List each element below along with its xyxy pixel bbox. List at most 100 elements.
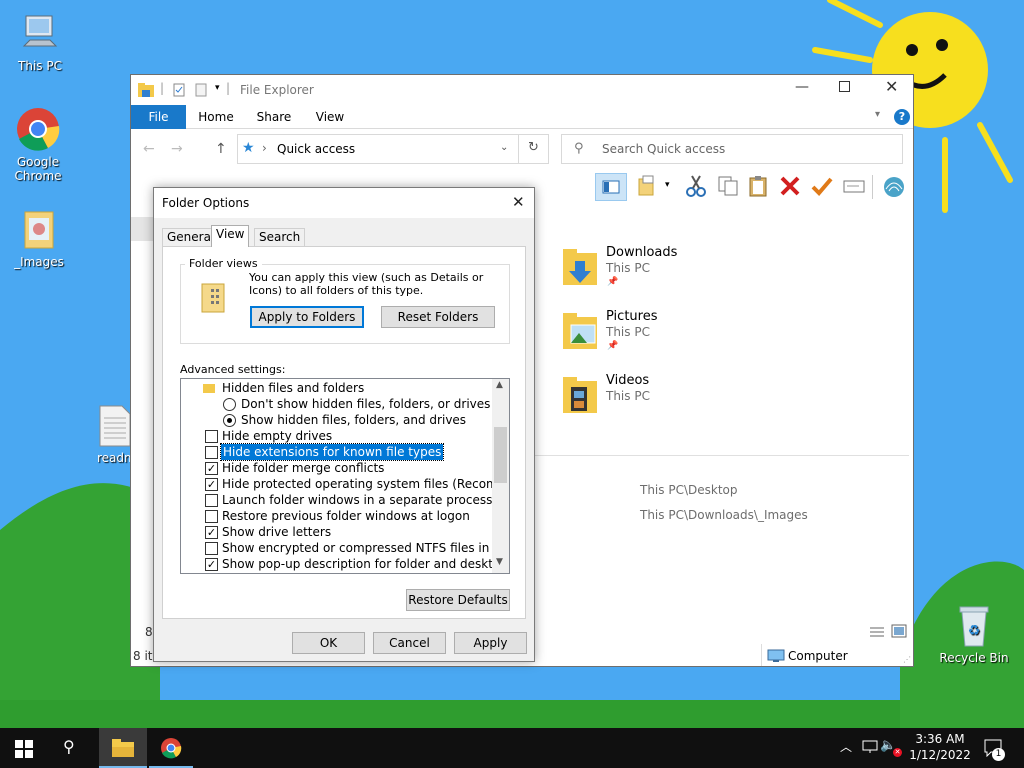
help-icon[interactable]: ?	[894, 109, 910, 125]
search-icon[interactable]: ⚲	[63, 737, 75, 756]
chrome-icon	[161, 738, 182, 759]
tab-search[interactable]: Search	[254, 228, 306, 246]
apply-button[interactable]: Apply	[454, 632, 527, 654]
checkbox[interactable]	[205, 542, 218, 555]
status-computer: Computer	[788, 649, 848, 663]
properties-icon[interactable]	[173, 83, 185, 97]
scroll-down-arrow-icon[interactable]: ▼	[496, 557, 503, 567]
chrome-icon	[17, 108, 60, 151]
checkbox[interactable]	[205, 510, 218, 523]
desktop-icon-images[interactable]: _Images	[1, 208, 77, 269]
customize-toolbar-icon[interactable]: ▾	[215, 83, 220, 93]
copy-icon[interactable]	[715, 173, 741, 199]
radio-button[interactable]	[223, 398, 236, 411]
status-count: 8	[145, 625, 153, 639]
scrollbar-thumb[interactable]	[494, 427, 507, 483]
delete-icon[interactable]	[777, 173, 803, 199]
tab-home[interactable]: Home	[193, 105, 239, 129]
new-item-dropdown-icon[interactable]: ▾	[665, 180, 670, 190]
notification-count-badge: 1	[992, 748, 1005, 761]
recent-path[interactable]: This PC\Downloads\_Images	[640, 508, 808, 522]
forward-arrow-icon[interactable]: →	[171, 141, 183, 157]
pin-icon[interactable]: 📌	[607, 277, 618, 287]
resize-grip-icon[interactable]: ⋰	[903, 655, 911, 664]
large-icons-view-icon[interactable]	[891, 624, 907, 638]
refresh-icon[interactable]: ↻	[528, 140, 539, 155]
downloads-folder-icon	[563, 249, 597, 285]
expand-ribbon-icon[interactable]: ▾	[875, 109, 880, 120]
maximize-button[interactable]	[839, 81, 850, 92]
shell-icon[interactable]	[881, 173, 907, 199]
checkbox[interactable]: ✓	[205, 558, 218, 571]
desktop-icon-this-pc[interactable]: This PC	[2, 12, 78, 73]
nav-pane-selected-item[interactable]	[131, 217, 155, 241]
clock[interactable]: 3:36 AM 1/12/2022	[905, 731, 975, 763]
search-icon: ⚲	[574, 141, 584, 156]
checkbox[interactable]	[205, 430, 218, 443]
preview-pane-button[interactable]	[595, 173, 627, 201]
show-hidden-icons-icon[interactable]: ︿	[840, 738, 852, 755]
restore-defaults-button[interactable]: Restore Defaults	[406, 589, 510, 611]
recycle-bin-icon: ♻	[959, 606, 989, 647]
pictures-folder-icon	[563, 313, 597, 349]
folder-icon	[24, 211, 54, 249]
checkbox[interactable]: ✓	[205, 478, 218, 491]
new-folder-icon[interactable]	[195, 83, 207, 97]
details-view-icon[interactable]	[869, 625, 885, 639]
network-icon[interactable]	[862, 740, 878, 754]
window-title: File Explorer	[240, 83, 314, 97]
folder-view-icon	[201, 283, 225, 313]
text-file-icon	[99, 405, 131, 447]
taskbar-chrome[interactable]	[149, 728, 193, 768]
address-text: Quick access	[277, 142, 356, 156]
checkmark-icon[interactable]	[809, 173, 835, 199]
cancel-button[interactable]: Cancel	[373, 632, 446, 654]
close-button[interactable]: ✕	[885, 77, 898, 96]
folder-icon	[112, 739, 134, 757]
dialog-title-bar: Folder Options ✕	[154, 188, 534, 218]
cut-icon[interactable]	[683, 173, 709, 199]
dialog-close-button[interactable]: ✕	[512, 193, 525, 211]
folder-options-dialog: Folder Options ✕ General View Search Fol…	[153, 187, 535, 662]
address-bar[interactable]: ★ › Quick access ⌄ ↻	[237, 134, 549, 164]
dialog-title: Folder Options	[162, 196, 250, 210]
tab-view[interactable]: View	[211, 225, 250, 247]
folder-icon	[138, 83, 154, 97]
pin-icon[interactable]: 📌	[607, 341, 618, 351]
up-arrow-icon[interactable]: ↑	[215, 141, 227, 157]
checkbox[interactable]	[205, 446, 218, 459]
rename-icon[interactable]	[841, 173, 867, 199]
scroll-up-arrow-icon[interactable]: ▲	[496, 380, 503, 390]
recent-path[interactable]: This PC\Desktop	[640, 483, 737, 497]
paste-icon[interactable]	[745, 173, 771, 199]
search-box[interactable]: ⚲ Search Quick access	[561, 134, 903, 164]
settings-scrollbar[interactable]: ▲ ▼	[492, 379, 509, 573]
reset-folders-button[interactable]: Reset Folders	[381, 306, 495, 328]
tab-share[interactable]: Share	[251, 105, 297, 129]
advanced-settings-list[interactable]: Hidden files and folders Don't show hidd…	[180, 378, 510, 574]
ok-button[interactable]: OK	[292, 632, 365, 654]
desktop-icon-recycle-bin[interactable]: ♻ Recycle Bin	[936, 602, 1012, 665]
tab-view[interactable]: View	[307, 105, 353, 129]
clock-date: 1/12/2022	[909, 748, 971, 762]
view-tab-page: Folder views You can apply this view (su…	[162, 246, 526, 619]
radio-button[interactable]	[223, 414, 236, 427]
tab-file[interactable]: File	[131, 105, 186, 129]
chevron-down-icon[interactable]: ⌄	[500, 142, 508, 153]
minimize-button[interactable]: —	[795, 79, 809, 95]
desktop-icon-readme[interactable]: readm	[78, 404, 138, 465]
windows-start-icon[interactable]	[15, 740, 33, 758]
folder-views-legend: Folder views	[185, 257, 262, 270]
checkbox[interactable]: ✓	[205, 462, 218, 475]
folder-icon	[203, 384, 215, 393]
ribbon-tab-bar: File Home Share View ▾ ?	[131, 105, 913, 129]
new-item-icon[interactable]	[635, 173, 661, 199]
apply-to-folders-button[interactable]: Apply to Folders	[250, 306, 364, 328]
checkbox[interactable]: ✓	[205, 526, 218, 539]
folder-views-description: You can apply this view (such as Details…	[249, 271, 484, 297]
checkbox[interactable]	[205, 494, 218, 507]
taskbar-file-explorer[interactable]	[99, 728, 147, 768]
back-arrow-icon[interactable]: ←	[143, 141, 155, 157]
search-input[interactable]: Search Quick access	[602, 142, 725, 156]
desktop-icon-google-chrome[interactable]: Google Chrome	[0, 106, 76, 183]
